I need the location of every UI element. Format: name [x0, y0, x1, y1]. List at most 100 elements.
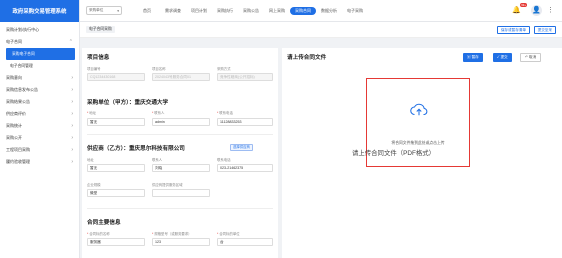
sidebar: 政府采购交易管理系统 采购计划/执行中心 电子合同 ⌃ 采购电子合同 电子合同管理采购意…: [0, 0, 80, 258]
submit-to-button[interactable]: 提交至采: [533, 26, 556, 34]
upload-caption: 请上传合同文件（PDF格式）: [352, 150, 436, 157]
sidebar-item-label: 采购信息发布公告: [6, 87, 38, 92]
sidebar-item-label: 采购公开: [6, 135, 22, 140]
project-name-field[interactable]: 2024043号服务合同01: [152, 73, 210, 81]
project-number-label: 项目编号: [87, 67, 101, 71]
nav-tab[interactable]: 需求调查: [160, 7, 186, 15]
chevron-icon: ›: [71, 75, 73, 81]
chevron-down-icon: ▾: [117, 8, 119, 13]
subject-name-label: * 合同标的名称: [87, 232, 110, 236]
contract-section-title: 合同主要信息: [87, 220, 121, 226]
company-size-select[interactable]: 微型: [87, 189, 145, 197]
buyer-section-title: 采购单位（甲方）：重庆交通大学: [87, 100, 169, 106]
nav-tab[interactable]: 采购合同: [290, 6, 316, 15]
supplier-phone-label: 联系电话: [217, 158, 231, 162]
divider: [87, 134, 273, 135]
subject-unit-label: * 合同标的单位: [217, 232, 240, 236]
upload-panel: 请上传合同文件 ▣ 暂存 ✓ 提交 ↶ 取消 将合同文件拖到此处或点击上传 请上…: [282, 48, 562, 258]
top-bar: 采购单位 ▾ 首页 需求调查 项目计划 采购执行 采购公告 网上采购 采购合同 数据分析 电子采购…: [80, 0, 562, 22]
chevron-icon: ›: [71, 87, 73, 93]
sidebar-item[interactable]: 采购计划/执行中心: [0, 24, 79, 36]
unit-select-value: 采购单位: [89, 8, 104, 12]
sidebar-item[interactable]: 采购电子合同: [6, 48, 75, 60]
avatar[interactable]: 👤: [531, 5, 542, 16]
spec-model-label: * 规格型号（或服务要求）: [152, 232, 192, 236]
sidebar-item-label: 工程项目采购: [6, 147, 30, 152]
sidebar-item[interactable]: 电子合同管理: [0, 60, 79, 72]
subject-unit-field[interactable]: 台: [217, 238, 273, 246]
service-region-label: 供应商提供服务区域: [152, 183, 183, 187]
upload-title: 请上传合同文件: [287, 55, 327, 61]
divider: [87, 208, 273, 209]
sidebar-item-label: 采购意向: [6, 75, 22, 80]
page-tab[interactable]: 电子合同采购: [86, 26, 115, 33]
chevron-icon: ›: [71, 99, 73, 105]
action-bar: 电子合同采购 保存或暂存清单 提交至采: [80, 22, 562, 38]
nav-tab[interactable]: 数据分析: [316, 7, 342, 15]
sidebar-item[interactable]: 供应商评价 ›: [0, 108, 79, 120]
chevron-icon: ›: [71, 159, 73, 165]
chevron-icon: ›: [71, 123, 73, 129]
sidebar-menu: 采购计划/执行中心 电子合同 ⌃ 采购电子合同 电子合同管理采购意向 › 采购信息发布公告 ›…: [0, 22, 79, 168]
chevron-icon: ⌃: [68, 39, 73, 45]
sidebar-item[interactable]: 电子合同 ⌃: [0, 36, 79, 48]
chevron-icon: ›: [71, 135, 73, 141]
sidebar-item-label: 采购计划/执行中心: [6, 27, 40, 32]
sidebar-item-label: 电子合同管理: [10, 63, 33, 68]
chevron-icon: ›: [71, 147, 73, 153]
project-number-field[interactable]: CQ1234430168: [87, 73, 145, 81]
unit-select[interactable]: 采购单位 ▾: [86, 6, 122, 15]
sidebar-item[interactable]: 采购统计 ›: [0, 120, 79, 132]
top-nav: 首页 需求调查 项目计划 采购执行 采购公告 网上采购 采购合同 数据分析 电子采购: [134, 6, 368, 15]
supplier-contact-field[interactable]: 刘晓: [152, 164, 210, 172]
sidebar-item[interactable]: 采购结果公告 ›: [0, 96, 79, 108]
supplier-contact-label: 联系人: [152, 158, 163, 162]
notification-badge: 99+: [520, 3, 527, 7]
select-supplier-button[interactable]: 选择供应商: [230, 144, 253, 151]
supplier-address-field[interactable]: 暂无: [87, 164, 145, 172]
purchase-method-field[interactable]: 竞争性磋商(公开招标): [217, 73, 273, 81]
nav-tab[interactable]: 首页: [134, 7, 160, 15]
nav-tab[interactable]: 电子采购: [342, 7, 368, 15]
chevron-icon: ›: [71, 111, 73, 117]
sidebar-item-label: 供应商评价: [6, 111, 26, 116]
sidebar-item-label: 电子合同: [6, 39, 22, 44]
sidebar-item[interactable]: 采购公开 ›: [0, 132, 79, 144]
sidebar-item-label: 采购结果公告: [6, 99, 30, 104]
supplier-phone-field[interactable]: 023-21462375: [217, 164, 273, 172]
more-icon[interactable]: ⋮: [547, 6, 554, 14]
buyer-phone-label: * 联系电话: [217, 111, 233, 115]
back-icon: ↶: [525, 55, 529, 59]
subject-name-field[interactable]: 服务器: [87, 238, 145, 246]
buyer-contact-field[interactable]: admin: [152, 118, 210, 126]
nav-tab[interactable]: 采购公告: [238, 7, 264, 15]
nav-tab[interactable]: 采购执行: [212, 7, 238, 15]
sidebar-item[interactable]: 采购信息发布公告 ›: [0, 84, 79, 96]
buyer-phone-field[interactable]: 11128833253: [217, 118, 273, 126]
app-title: 政府采购交易管理系统: [0, 0, 79, 22]
cancel-button[interactable]: ↶ 取消: [520, 53, 542, 62]
supplier-address-label: 地址: [87, 158, 94, 162]
sidebar-item[interactable]: 工程项目采购 ›: [0, 144, 79, 156]
drop-zone-text: 将合同文件拖到此处或点击上传: [391, 141, 445, 145]
bell-icon[interactable]: 🔔 99+: [512, 3, 527, 15]
cloud-upload-icon: [410, 103, 428, 116]
sidebar-item-label: 采购电子合同: [12, 51, 35, 56]
purchase-method-label: 采购方式: [217, 67, 231, 71]
nav-tab[interactable]: 项目计划: [186, 7, 212, 15]
spec-model-field[interactable]: 123: [152, 238, 210, 246]
service-region-field[interactable]: [152, 189, 210, 197]
nav-tab[interactable]: 网上采购: [264, 7, 290, 15]
save-draft-button[interactable]: ▣ 暂存: [463, 53, 483, 62]
sidebar-item-label: 采购统计: [6, 123, 22, 128]
buyer-address-field[interactable]: 暂无: [87, 118, 145, 126]
save-icon: ▣: [467, 55, 471, 59]
supplier-section-title: 供应商（乙方）：重庆思尔科技有限公司: [87, 146, 185, 152]
submit-button[interactable]: ✓ 提交: [493, 53, 512, 62]
sidebar-item[interactable]: 履约验收管理 ›: [0, 156, 79, 168]
buyer-address-label: * 地址: [87, 111, 97, 115]
sidebar-item[interactable]: 采购意向 ›: [0, 72, 79, 84]
project-name-label: 项目名称: [152, 67, 166, 71]
contract-form: 项目信息 项目编号 CQ1234430168 项目名称 2024043号服务合同…: [82, 48, 278, 258]
save-list-button[interactable]: 保存或暂存清单: [496, 26, 530, 34]
